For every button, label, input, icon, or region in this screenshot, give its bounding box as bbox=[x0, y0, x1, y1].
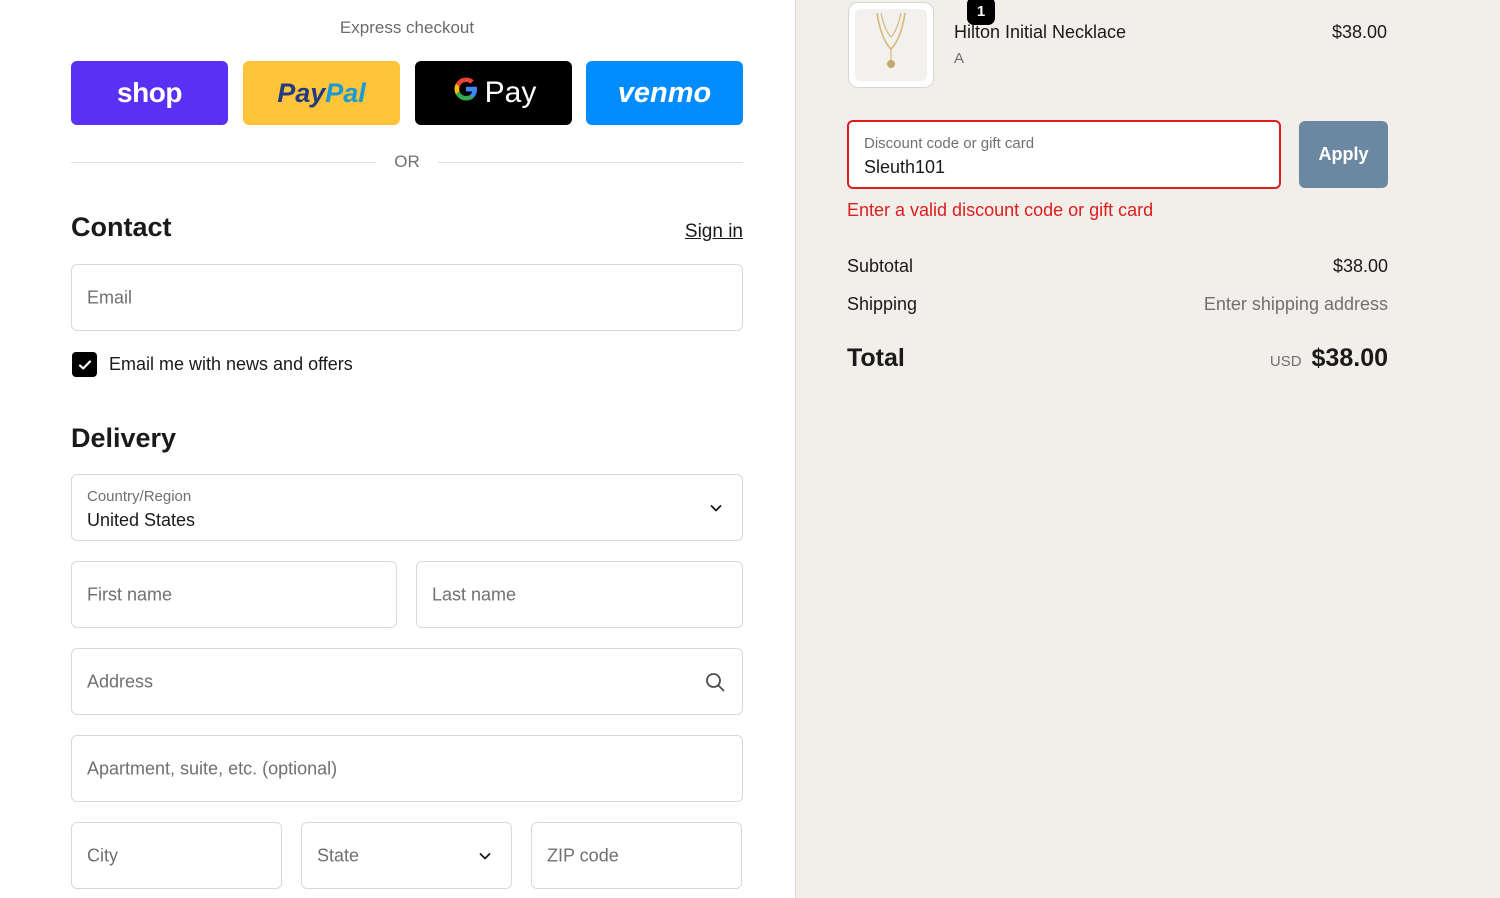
address-field[interactable]: Address bbox=[71, 648, 743, 715]
first-name-field[interactable]: First name bbox=[71, 561, 397, 628]
paypal-button[interactable]: Pay Pal bbox=[243, 61, 400, 125]
last-name-field[interactable]: Last name bbox=[416, 561, 743, 628]
newsletter-checkbox[interactable] bbox=[72, 352, 97, 377]
search-icon bbox=[706, 672, 725, 691]
newsletter-label: Email me with news and offers bbox=[109, 354, 353, 374]
divider-line-left bbox=[71, 161, 377, 163]
google-g-icon bbox=[451, 74, 481, 112]
venmo-button[interactable]: venmo bbox=[586, 61, 743, 125]
subtotal-value: $38.00 bbox=[1332, 256, 1388, 276]
google-pay-button[interactable]: Pay bbox=[415, 61, 572, 125]
necklace-image bbox=[855, 9, 927, 81]
state-select[interactable]: State bbox=[301, 822, 512, 889]
state-placeholder: State bbox=[317, 845, 360, 865]
paypal-logo-part1: Pay bbox=[277, 77, 326, 108]
necklace-illustration bbox=[876, 12, 906, 68]
or-divider: OR bbox=[71, 150, 743, 174]
apartment-placeholder: Apartment, suite, etc. (optional) bbox=[87, 758, 338, 778]
shipping-row: Shipping Enter shipping address bbox=[847, 294, 1388, 315]
country-select[interactable]: Country/Region United States bbox=[71, 474, 743, 541]
sign-in-link[interactable]: Sign in bbox=[685, 221, 743, 243]
paypal-logo-part2: Pal bbox=[325, 77, 366, 108]
checkout-form-panel: Express checkout shop Pay Pal Pay venmo O… bbox=[0, 0, 795, 898]
express-checkout-title: Express checkout bbox=[339, 18, 475, 37]
apartment-field[interactable]: Apartment, suite, etc. (optional) bbox=[71, 735, 743, 802]
total-value: $38.00 bbox=[1311, 344, 1388, 372]
product-variant: A bbox=[954, 50, 965, 67]
discount-code-field[interactable]: Discount code or gift card Sleuth101 bbox=[847, 120, 1281, 189]
venmo-logo: venmo bbox=[617, 76, 712, 109]
country-value: United States bbox=[87, 510, 196, 530]
email-field[interactable]: Email bbox=[71, 264, 743, 331]
address-placeholder: Address bbox=[87, 671, 154, 691]
zip-code-field[interactable]: ZIP code bbox=[531, 822, 742, 889]
first-name-placeholder: First name bbox=[87, 584, 173, 604]
last-name-placeholder: Last name bbox=[432, 584, 517, 604]
or-text: OR bbox=[394, 152, 420, 171]
divider-line-right bbox=[437, 161, 743, 163]
apply-button[interactable]: Apply bbox=[1299, 121, 1388, 188]
currency-code: USD bbox=[1269, 353, 1302, 370]
delivery-heading: Delivery bbox=[71, 423, 177, 453]
order-summary-panel: 1 Hilton Initial Necklace A $38.00 Disco… bbox=[795, 0, 1500, 898]
subtotal-label: Subtotal bbox=[847, 256, 914, 276]
shipping-label: Shipping bbox=[847, 294, 918, 314]
google-pay-label: Pay bbox=[484, 76, 537, 109]
discount-value: Sleuth101 bbox=[864, 157, 946, 177]
country-label: Country/Region bbox=[87, 488, 192, 505]
discount-error-message: Enter a valid discount code or gift card bbox=[847, 200, 1154, 220]
product-price: $38.00 bbox=[1331, 22, 1387, 42]
shipping-value: Enter shipping address bbox=[1203, 294, 1388, 314]
product-thumbnail: 1 bbox=[848, 0, 995, 88]
subtotal-row: Subtotal $38.00 bbox=[847, 256, 1388, 277]
product-name: Hilton Initial Necklace bbox=[954, 22, 1127, 42]
email-placeholder: Email bbox=[87, 287, 133, 307]
discount-label: Discount code or gift card bbox=[864, 135, 1035, 152]
checkmark-icon bbox=[78, 359, 91, 370]
zip-code-placeholder: ZIP code bbox=[547, 845, 619, 865]
chevron-down-icon bbox=[710, 504, 722, 511]
city-placeholder: City bbox=[87, 845, 118, 865]
shop-pay-button[interactable]: shop bbox=[71, 61, 228, 125]
total-label: Total bbox=[847, 344, 905, 372]
city-field[interactable]: City bbox=[71, 822, 282, 889]
shop-pay-logo: shop bbox=[117, 77, 182, 108]
total-amount: USD $38.00 bbox=[1270, 344, 1388, 373]
contact-heading: Contact bbox=[71, 212, 172, 242]
total-row: Total USD $38.00 bbox=[847, 344, 1388, 373]
chevron-down-icon bbox=[479, 852, 491, 859]
newsletter-option[interactable]: Email me with news and offers bbox=[72, 352, 353, 377]
